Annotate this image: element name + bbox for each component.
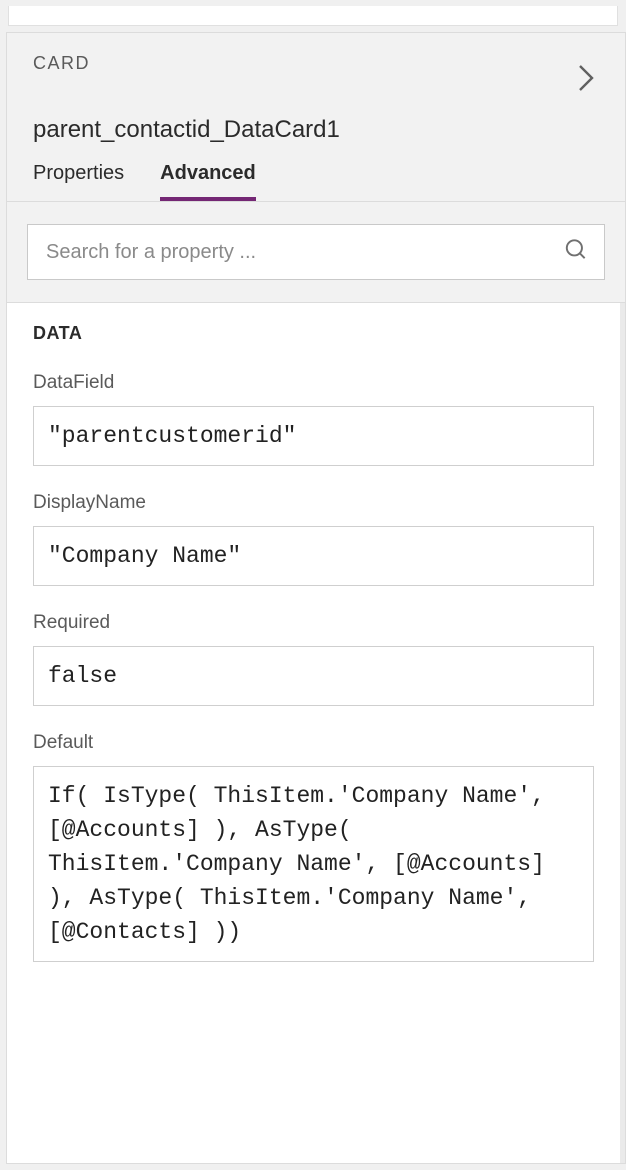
search-input[interactable] [27,224,605,280]
property-displayname: DisplayName "Company Name" [33,492,594,586]
search-icon [563,237,589,268]
top-bar-fragment [8,6,618,26]
property-value-required[interactable]: false [33,646,594,706]
property-default: Default If( IsType( ThisItem.'Company Na… [33,732,594,962]
tabs: Properties Advanced [33,162,599,201]
control-name: parent_contactid_DataCard1 [33,116,599,144]
control-type-label: CARD [33,53,90,74]
property-value-datafield[interactable]: "parentcustomerid" [33,406,594,466]
property-label-datafield: DataField [33,372,594,394]
panel-header: CARD parent_contactid_DataCard1 Properti… [7,33,625,202]
tab-properties[interactable]: Properties [33,162,124,201]
chevron-right-icon[interactable] [573,59,599,102]
properties-panel: CARD parent_contactid_DataCard1 Properti… [6,32,626,1164]
property-label-displayname: DisplayName [33,492,594,514]
property-label-default: Default [33,732,594,754]
property-value-displayname[interactable]: "Company Name" [33,526,594,586]
section-data-header: DATA [33,323,594,344]
property-datafield: DataField "parentcustomerid" [33,372,594,466]
properties-content: DATA DataField "parentcustomerid" Displa… [7,303,625,1163]
search-row [7,202,625,303]
property-required: Required false [33,612,594,706]
tab-advanced[interactable]: Advanced [160,162,256,201]
property-label-required: Required [33,612,594,634]
property-value-default[interactable]: If( IsType( ThisItem.'Company Name', [@A… [33,766,594,962]
